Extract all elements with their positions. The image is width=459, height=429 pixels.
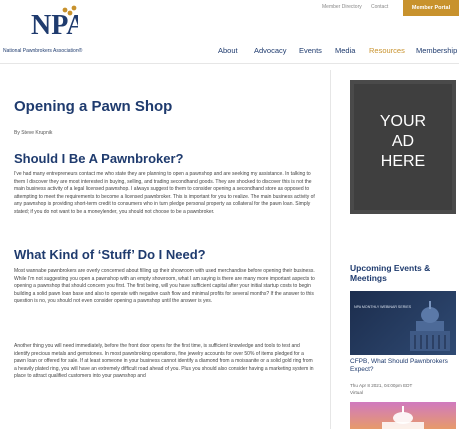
article-byline: By Steve Krupnik	[14, 130, 53, 136]
event-location: Virtual	[350, 390, 363, 395]
section-heading-stuff: What Kind of ‘Stuff’ Do I Need?	[14, 247, 206, 262]
section-paragraph-2: Most wannabe pawnbrokers are overly conc…	[14, 268, 315, 305]
event-image-second[interactable]	[350, 402, 456, 429]
nav-resources[interactable]: Resources	[369, 46, 405, 55]
page-title: Opening a Pawn Shop	[14, 98, 173, 115]
contact-link[interactable]: Contact	[371, 4, 388, 10]
ad-text: YOUR AD HERE	[379, 113, 427, 170]
event-image-webinar[interactable]: NPA MONTHLY WEBINAR SERIES	[350, 291, 456, 355]
main-nav: About Advocacy Events Media Resources Me…	[0, 45, 459, 59]
ad-placeholder[interactable]: YOUR AD HERE	[350, 80, 456, 214]
nav-membership[interactable]: Membership	[416, 46, 457, 55]
event-title-link[interactable]: CFPB, What Should Pawnbrokers Expect?	[350, 358, 458, 374]
member-directory-link[interactable]: Member Directory	[322, 4, 362, 10]
nav-advocacy[interactable]: Advocacy	[254, 46, 287, 55]
member-portal-button[interactable]: Member Portal	[403, 0, 459, 16]
capitol-illustration-icon-2	[382, 406, 424, 429]
nav-events[interactable]: Events	[299, 46, 322, 55]
nav-about[interactable]: About	[218, 46, 238, 55]
capitol-illustration-icon	[410, 301, 450, 351]
events-heading: Upcoming Events & Meetings	[350, 263, 431, 283]
nav-media[interactable]: Media	[335, 46, 355, 55]
section-heading-pawnbroker: Should I Be A Pawnbroker?	[14, 151, 184, 166]
section-paragraph-1: I've had many entrepreneurs contact me w…	[14, 171, 315, 215]
npa-logo[interactable]: NPA	[30, 4, 78, 38]
sidebar-divider	[330, 70, 331, 429]
event-date: Thu Apr 8 2021, 04:00pm EDT	[350, 383, 413, 388]
section-paragraph-3: Another thing you will need immediately,…	[14, 343, 314, 380]
header-divider	[0, 63, 459, 64]
